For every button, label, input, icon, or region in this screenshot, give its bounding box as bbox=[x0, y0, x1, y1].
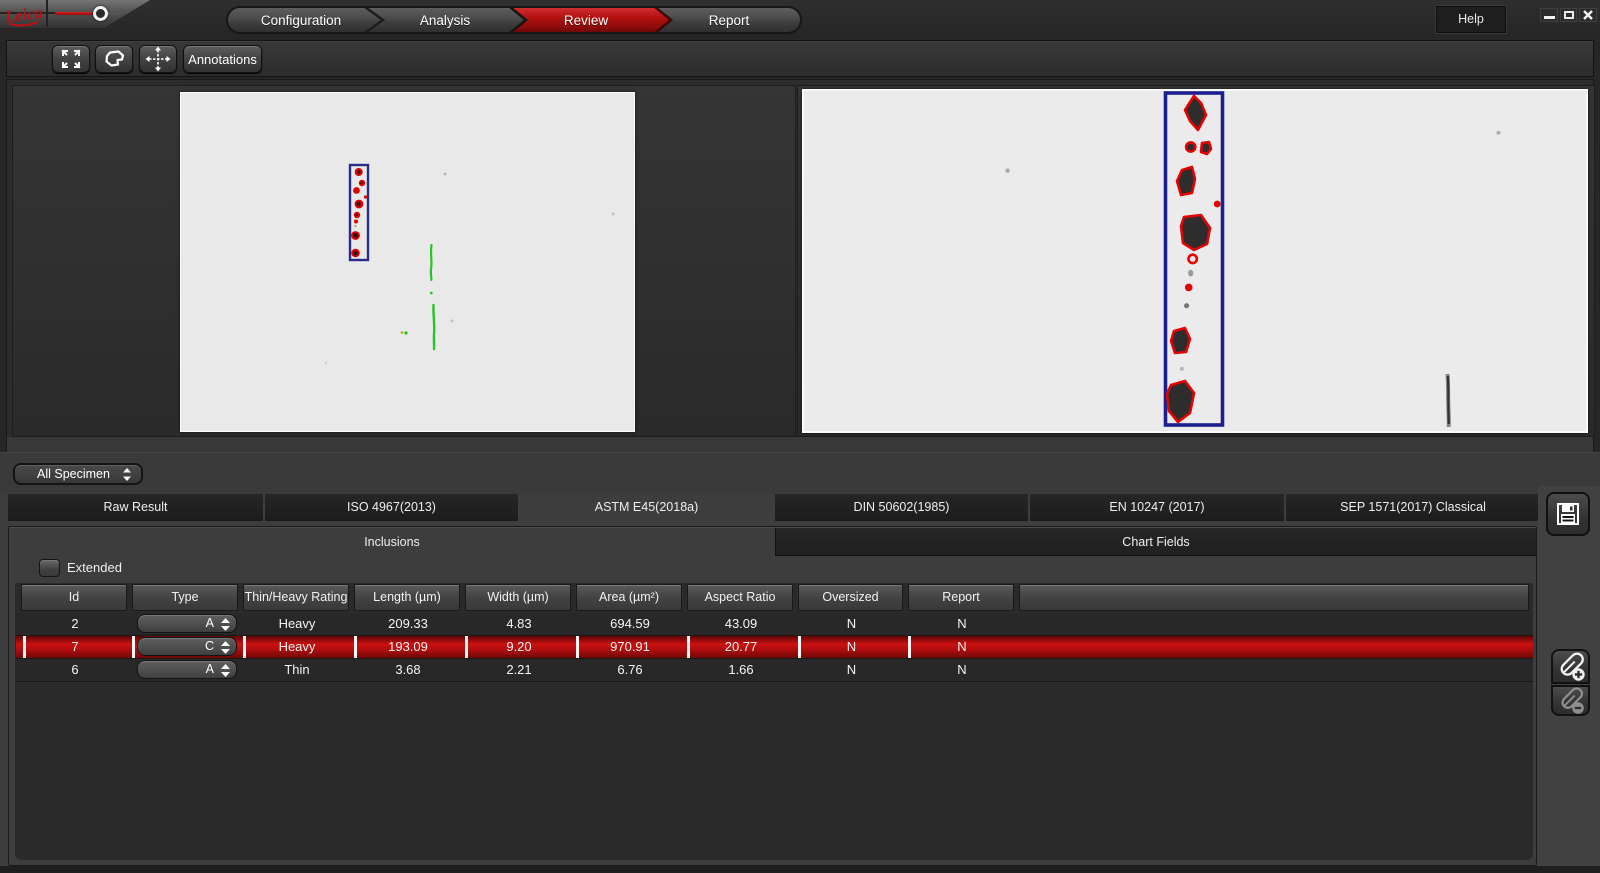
svg-text:Review: Review bbox=[564, 13, 609, 28]
svg-text:Report: Report bbox=[709, 13, 750, 28]
svg-text:Configuration: Configuration bbox=[261, 13, 341, 28]
svg-text:Analysis: Analysis bbox=[420, 13, 471, 28]
